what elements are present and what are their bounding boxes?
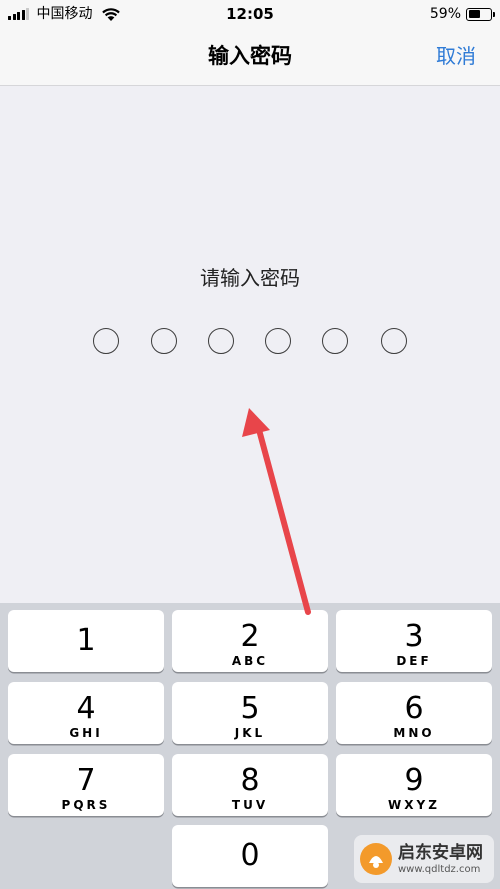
key-digit: 9 [404,763,424,798]
key-9[interactable]: 9 WXYZ [336,754,492,816]
key-letters: PQRS [61,798,111,812]
key-digit: 1 [76,623,96,658]
key-letters: DEF [396,654,432,668]
passcode-prompt: 请输入密码 [200,266,300,290]
cancel-button[interactable]: 取消 [436,28,476,84]
key-digit: 7 [76,763,96,798]
passcode-dot [322,328,348,354]
page-title: 输入密码 [208,44,292,68]
key-letters: GHI [69,726,103,740]
key-0[interactable]: 0 [172,825,328,887]
battery-tip [492,11,495,17]
key-4[interactable]: 4 GHI [8,682,164,744]
key-digit: 8 [240,763,260,798]
watermark-title: 启东安卓网 [398,842,483,863]
key-digit: 4 [76,691,96,726]
battery-icon [466,7,495,21]
watermark-logo-icon [360,843,392,875]
passcode-dot [208,328,234,354]
passcode-dot [151,328,177,354]
status-time: 12:05 [226,5,274,23]
key-7[interactable]: 7 PQRS [8,754,164,816]
passcode-dot [93,328,119,354]
key-8[interactable]: 8 TUV [172,754,328,816]
key-digit: 3 [404,619,424,654]
key-digit: 5 [240,691,260,726]
battery-fill [468,10,481,18]
battery-percentage: 59% [429,6,461,22]
key-digit: 2 [240,619,260,654]
passcode-dot [381,328,407,354]
watermark: 启东安卓网 www.qdltdz.com [354,835,494,883]
arrow-head [242,408,270,437]
key-letters: MNO [393,726,435,740]
key-digit: 0 [240,838,260,873]
watermark-text: 启东安卓网 www.qdltdz.com [398,843,483,876]
key-letters: TUV [231,798,269,812]
key-1[interactable]: 1 [8,610,164,672]
key-letters: JKL [234,726,266,740]
watermark-url: www.qdltdz.com [398,863,481,875]
status-bar: 中国移动 12:05 59% [0,0,500,28]
passcode-dots [93,328,409,356]
key-letters: ABC [231,654,269,668]
key-2[interactable]: 2 ABC [172,610,328,672]
key-6[interactable]: 6 MNO [336,682,492,744]
key-3[interactable]: 3 DEF [336,610,492,672]
passcode-dot [265,328,291,354]
arrow-shaft [255,423,311,615]
status-right: 59% [429,5,495,23]
key-digit: 6 [404,691,424,726]
key-letters: WXYZ [388,798,440,812]
navigation-bar: 输入密码 取消 [0,28,500,86]
key-5[interactable]: 5 JKL [172,682,328,744]
